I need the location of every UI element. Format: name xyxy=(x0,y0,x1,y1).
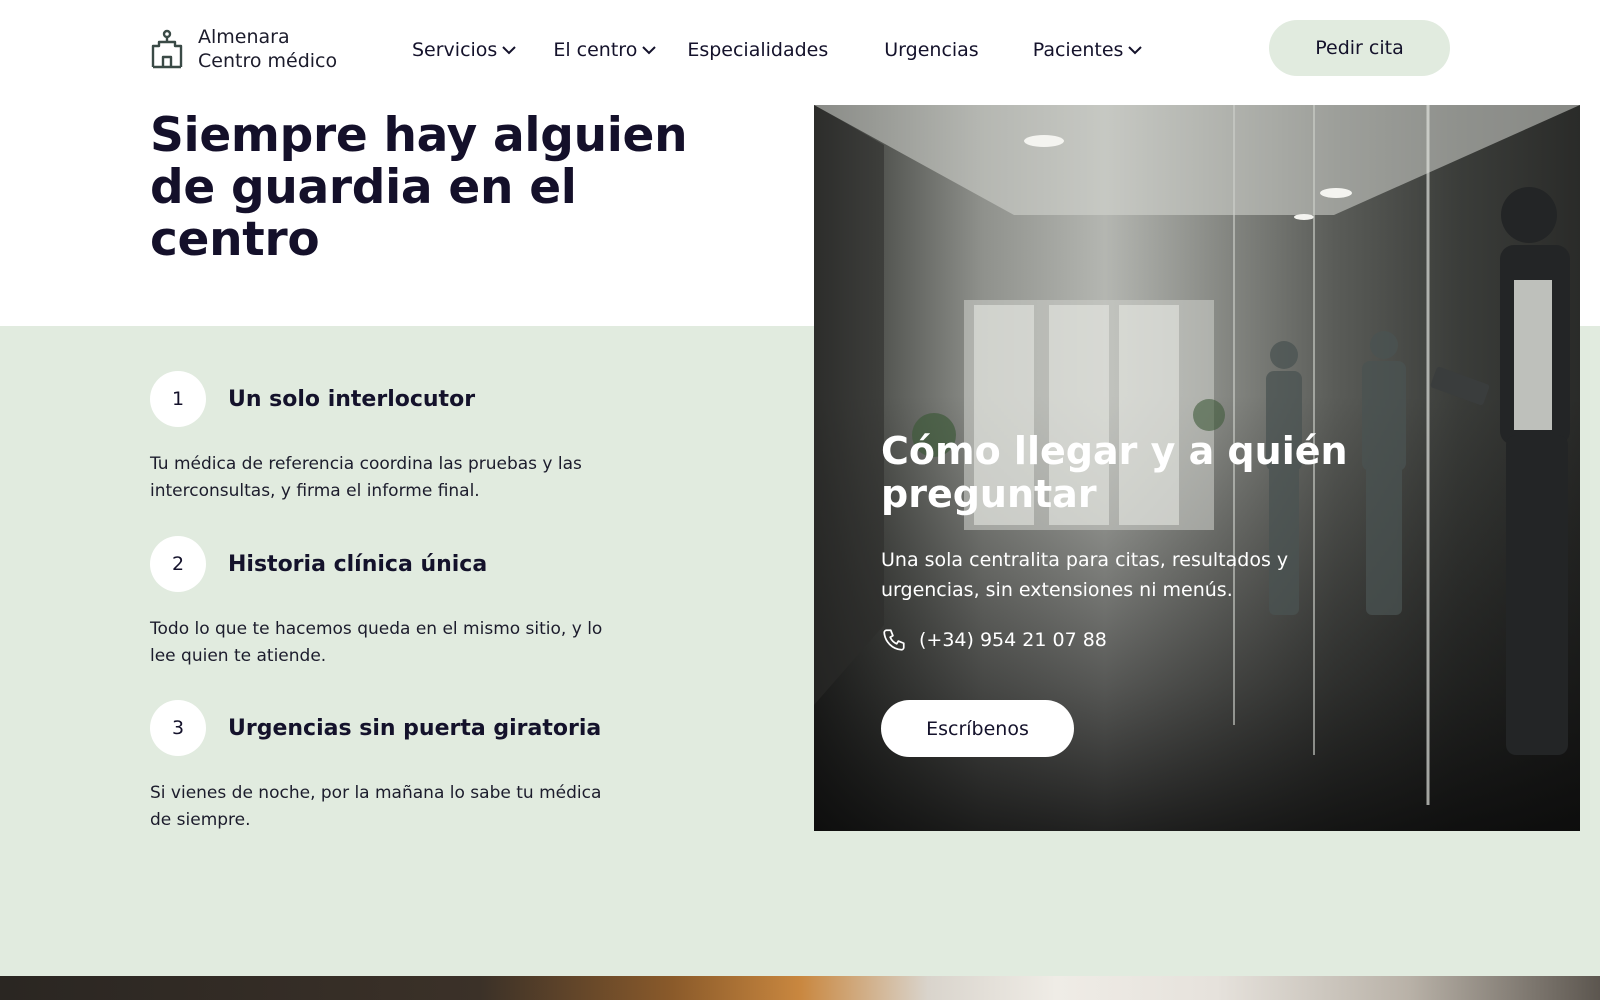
brand-logo[interactable]: Almenara Centro médico xyxy=(150,22,337,76)
nav-item-label: El centro xyxy=(553,39,638,61)
chevron-down-icon xyxy=(1128,46,1143,55)
brand-name-line2: Centro médico xyxy=(198,50,338,72)
nav-item-pacientes[interactable]: Pacientes xyxy=(1033,39,1144,61)
step-title: Historia clínica única xyxy=(228,551,488,577)
request-appointment-button[interactable]: Pedir cita xyxy=(1269,20,1450,76)
step-description: Tu médica de referencia coordina las pru… xyxy=(150,454,582,501)
main-nav: Servicios El centro Especialidades Urgen… xyxy=(400,30,1143,70)
step-item-1: 1 Un solo interlocutor Tu médica de refe… xyxy=(150,371,610,505)
page-title: Siempre hay alguien de guardia en el cen… xyxy=(150,108,688,267)
phone-icon xyxy=(883,629,905,651)
nav-item-el-centro[interactable]: El centro xyxy=(553,39,657,61)
nav-item-label: Especialidades xyxy=(687,39,829,61)
step-number-badge: 1 xyxy=(150,371,206,427)
contact-phone-link[interactable]: (+34) 954 21 07 88 xyxy=(881,627,1107,653)
brand-name: Almenara Centro médico xyxy=(198,25,337,73)
hospital-building-icon xyxy=(151,29,183,69)
step-description: Si vienes de noche, por la mañana lo sab… xyxy=(150,783,602,830)
step-item-3: 3 Urgencias sin puerta giratoria Si vien… xyxy=(150,700,610,834)
step-title: Urgencias sin puerta giratoria xyxy=(228,715,602,741)
chevron-down-icon xyxy=(502,46,517,55)
nav-item-servicios[interactable]: Servicios xyxy=(412,39,517,61)
write-to-us-button[interactable]: Escríbenos xyxy=(881,700,1074,757)
step-title: Un solo interlocutor xyxy=(228,386,476,412)
nav-item-label: Urgencias xyxy=(884,39,979,61)
next-section-photo xyxy=(0,976,1600,1000)
brand-name-line1: Almenara xyxy=(198,26,290,48)
nav-item-label: Servicios xyxy=(412,39,498,61)
step-number-badge: 2 xyxy=(150,536,206,592)
step-item-2: 2 Historia clínica única Todo lo que te … xyxy=(150,536,610,670)
contact-phone-number: (+34) 954 21 07 88 xyxy=(919,629,1107,651)
nav-item-especialidades[interactable]: Especialidades xyxy=(687,39,828,61)
step-number-badge: 3 xyxy=(150,700,206,756)
contact-card: Cómo llegar y a quién preguntar Una sola… xyxy=(814,105,1580,831)
nav-item-label: Pacientes xyxy=(1032,39,1124,61)
contact-card-description: Una sola centralita para citas, resultad… xyxy=(881,549,1289,601)
contact-card-title: Cómo llegar y a quién preguntar xyxy=(881,429,1348,516)
nav-item-urgencias[interactable]: Urgencias xyxy=(884,39,978,61)
chevron-down-icon xyxy=(642,46,657,55)
site-header: Almenara Centro médico Servicios El cent… xyxy=(0,0,1600,100)
step-description: Todo lo que te hacemos queda en el mismo… xyxy=(150,619,603,666)
